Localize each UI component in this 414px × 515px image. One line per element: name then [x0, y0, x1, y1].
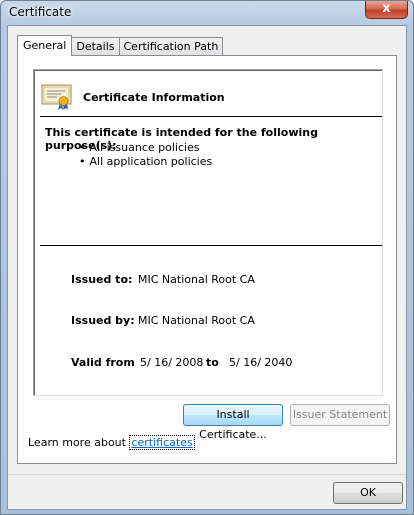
tab-general[interactable]: General	[17, 35, 73, 56]
issued-to-label: Issued to:	[71, 273, 133, 286]
close-icon: x	[382, 1, 391, 16]
learn-more-text: Learn more about certificates	[28, 435, 195, 450]
tab-strip: General Details Certification Path	[17, 35, 224, 56]
details-divider	[40, 245, 382, 246]
valid-from-label: Valid from	[71, 356, 135, 369]
valid-to-value: 5/ 16/ 2040	[229, 356, 293, 369]
issued-by-label: Issued by:	[71, 314, 135, 327]
purpose-item: All application policies	[79, 155, 213, 169]
tab-details[interactable]: Details	[71, 37, 120, 56]
purpose-item: All issuance policies	[79, 141, 212, 155]
ok-button[interactable]: OK	[333, 482, 403, 504]
close-button[interactable]: x	[365, 1, 408, 19]
window-title: Certificate	[9, 5, 72, 19]
purpose-list: All issuance policies All application po…	[79, 141, 213, 169]
issuer-statement-button[interactable]: Issuer Statement	[290, 404, 390, 426]
dialog-body: General Details Certification Path Certi…	[7, 25, 407, 510]
issued-to-value: MIC National Root CA	[138, 273, 255, 286]
valid-from-value: 5/ 16/ 2008	[140, 356, 204, 369]
valid-to-label: to	[206, 356, 219, 369]
heading-divider	[40, 116, 382, 117]
learn-more-prefix: Learn more about	[28, 436, 130, 449]
certificate-dialog: Certificate x General Details Certificat…	[0, 0, 414, 515]
tab-certification-path[interactable]: Certification Path	[118, 37, 224, 56]
info-heading: Certificate Information	[83, 91, 225, 104]
certificates-link[interactable]: certificates	[129, 435, 195, 450]
title-bar[interactable]: Certificate x	[1, 1, 413, 25]
issued-by-value: MIC National Root CA	[138, 314, 255, 327]
general-tab-panel: Certificate Information This certificate…	[17, 55, 397, 464]
footer-divider	[8, 474, 406, 475]
certificate-icon	[41, 84, 72, 110]
install-certificate-button[interactable]: Install Certificate...	[183, 404, 283, 441]
certificate-info-box: Certificate Information This certificate…	[33, 69, 383, 396]
